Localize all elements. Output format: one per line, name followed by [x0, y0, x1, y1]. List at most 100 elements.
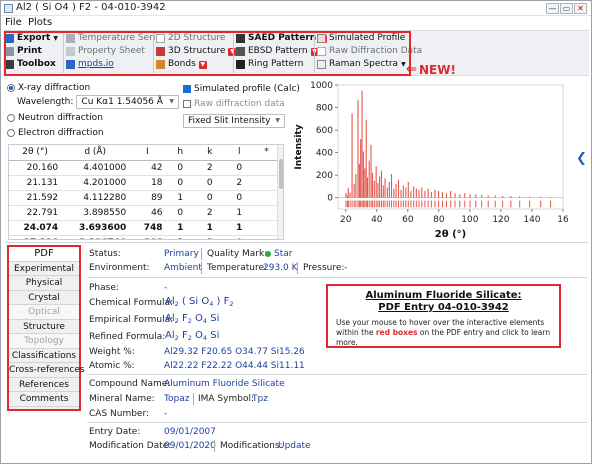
column-header[interactable]: *	[253, 145, 279, 161]
menu-file[interactable]: File	[5, 17, 22, 28]
nav-item-comments[interactable]: Comments	[9, 392, 79, 407]
bonds-button[interactable]: Bonds ▼	[156, 58, 232, 71]
restore-button[interactable]: ▭	[560, 3, 573, 14]
saed-pattern-button[interactable]: SAED Pattern ▼	[236, 32, 328, 45]
nav-item-physical[interactable]: Physical	[9, 276, 79, 291]
modification-date-label: Modification Date:	[89, 441, 172, 451]
radio-icon	[7, 83, 15, 92]
xray-option[interactable]: X-ray diffraction	[7, 81, 179, 94]
simulated-profile-option[interactable]: Simulated profile (Calc)	[183, 81, 300, 96]
formula-text: O	[191, 330, 203, 341]
property-sheet-label: Property Sheet	[78, 46, 145, 56]
xray-label: X-ray diffraction	[18, 82, 91, 93]
nav-item-crystal[interactable]: Crystal	[9, 290, 79, 305]
divider	[297, 262, 298, 274]
table-cell: 21.592	[9, 190, 62, 206]
property-sheet-button[interactable]: Property Sheet	[66, 45, 154, 58]
export-button[interactable]: Export ▼	[5, 32, 61, 45]
table-cell: 0	[195, 175, 225, 191]
column-header[interactable]: 2θ (°)	[9, 145, 62, 161]
column-header[interactable]: l	[224, 145, 254, 161]
table-row[interactable]: 27.8863.196740866120	[9, 235, 279, 239]
chevron-down-icon: ▼	[169, 98, 174, 105]
toolbar-divider	[153, 33, 154, 73]
table-row[interactable]: 21.592 4.112280 89 1 0 0	[9, 190, 279, 206]
electron-label: Electron diffraction	[18, 127, 104, 138]
compound-name-value: Aluminum Fluoride Silicate	[164, 379, 285, 389]
table-cell	[253, 175, 279, 191]
table-row[interactable]: 24.074 3.693600 748 1 1 1	[9, 220, 279, 236]
raman-spectra-button[interactable]: Raman Spectra ▼	[317, 58, 413, 71]
nav-item-pdf[interactable]: PDF	[9, 247, 79, 262]
ebsd-pattern-button[interactable]: EBSD Pattern ▼	[236, 45, 319, 58]
close-button[interactable]: ✕	[574, 3, 587, 14]
export-icon	[5, 34, 14, 43]
raw-diffraction-button[interactable]: Raw Diffraction Data	[317, 45, 422, 58]
callout-subtitle: PDF Entry 04-010-3942	[378, 302, 509, 313]
electron-option[interactable]: Electron diffraction	[7, 125, 179, 140]
nav-item-topology[interactable]: Topology	[9, 334, 79, 349]
column-header[interactable]: h	[165, 145, 196, 161]
mpds-link[interactable]: mpds.io	[66, 58, 154, 71]
menu-plots[interactable]: Plots	[28, 17, 52, 28]
table-header-row: 2θ (°) d (Å) Ih k l *	[9, 145, 279, 161]
formula-text: F	[178, 313, 188, 324]
toolbar-group-file: Export ▼ Print Toolbox	[5, 32, 61, 76]
y-tick-label: 800	[316, 104, 333, 114]
nav-item-classifications[interactable]: Classifications	[9, 348, 79, 363]
table-row[interactable]: 21.131 4.201000 18 0 0 2	[9, 175, 279, 191]
table-cell	[253, 160, 279, 176]
mineral-name-label: Mineral Name:	[89, 394, 155, 404]
atomic-label: Atomic %:	[89, 361, 135, 371]
raman-label: Raman Spectra	[329, 59, 399, 69]
ebsd-icon	[236, 47, 245, 56]
temperature-series-button[interactable]: Temperature Series	[66, 32, 166, 45]
formula-text: ( Si O	[178, 296, 210, 307]
cas-number-label: CAS Number:	[89, 409, 150, 419]
neutron-option[interactable]: Neutron diffraction	[7, 110, 179, 125]
wavelength-select[interactable]: Cu Kα1 1.54056 Å ▼	[76, 95, 179, 109]
simulated-profile-button[interactable]: Simulated Profile	[317, 32, 413, 45]
table-row[interactable]: 22.791 3.898550 46 0 2 1	[9, 205, 279, 221]
table-cell: 20.160	[9, 160, 62, 176]
minimize-button[interactable]: —	[546, 3, 559, 14]
column-header[interactable]: d (Å)	[61, 145, 130, 161]
nav-item-experimental[interactable]: Experimental	[9, 261, 79, 276]
table-cell: 2	[195, 235, 225, 239]
diffraction-options: X-ray diffraction Wavelength: Cu Kα1 1.5…	[7, 81, 179, 141]
wavelength-value: Cu Kα1 1.54056 Å	[81, 97, 163, 107]
table-cell: 0	[165, 205, 196, 221]
ima-symbol-value: Tpz	[252, 394, 268, 404]
table-cell: 24.074	[9, 220, 62, 236]
toolbox-button[interactable]: Toolbox	[5, 58, 61, 71]
mineral-name-value: Topaz	[164, 394, 190, 404]
ring-pattern-button[interactable]: Ring Pattern	[236, 58, 312, 71]
3d-structure-button[interactable]: 3D Structure ▼	[156, 45, 237, 58]
bonds-label: Bonds	[168, 59, 196, 69]
column-header[interactable]: k	[195, 145, 225, 161]
y-tick-label: 0	[327, 194, 333, 204]
nav-item-optical[interactable]: Optical	[9, 305, 79, 320]
table-cell: 0	[195, 190, 225, 206]
expand-chevron-icon[interactable]: ❮	[576, 151, 587, 166]
y-tick-label: 600	[316, 126, 333, 136]
nav-item-references[interactable]: References	[9, 377, 79, 392]
table-cell: 0	[165, 160, 196, 176]
print-button[interactable]: Print	[5, 45, 61, 58]
section-divider	[87, 422, 587, 423]
nav-item-structure[interactable]: Structure	[9, 319, 79, 334]
slit-select[interactable]: Fixed Slit Intensity ▼	[183, 114, 285, 128]
nav-item-cross-references[interactable]: Cross-references	[9, 363, 85, 378]
divider	[214, 440, 215, 452]
toolbar-group-structure: 2D Structure 3D Structure ▼ Bonds ▼	[156, 32, 237, 76]
pdf-entry-window: Al2 ( Si O4 ) F2 - 04-010-3942 — ▭ ✕ Fil…	[0, 0, 592, 464]
toolbar-divider	[63, 33, 64, 73]
scrollbar-thumb[interactable]	[279, 159, 283, 189]
temperature-icon	[66, 34, 75, 43]
2d-structure-button[interactable]: 2D Structure	[156, 32, 232, 45]
document-icon	[66, 47, 75, 56]
column-header[interactable]: I	[129, 145, 166, 161]
table-scrollbar[interactable]	[277, 145, 283, 239]
raw-data-option[interactable]: Raw diffraction data	[183, 96, 295, 111]
table-row[interactable]: 20.160 4.401000 42 0 2 0	[9, 160, 279, 176]
